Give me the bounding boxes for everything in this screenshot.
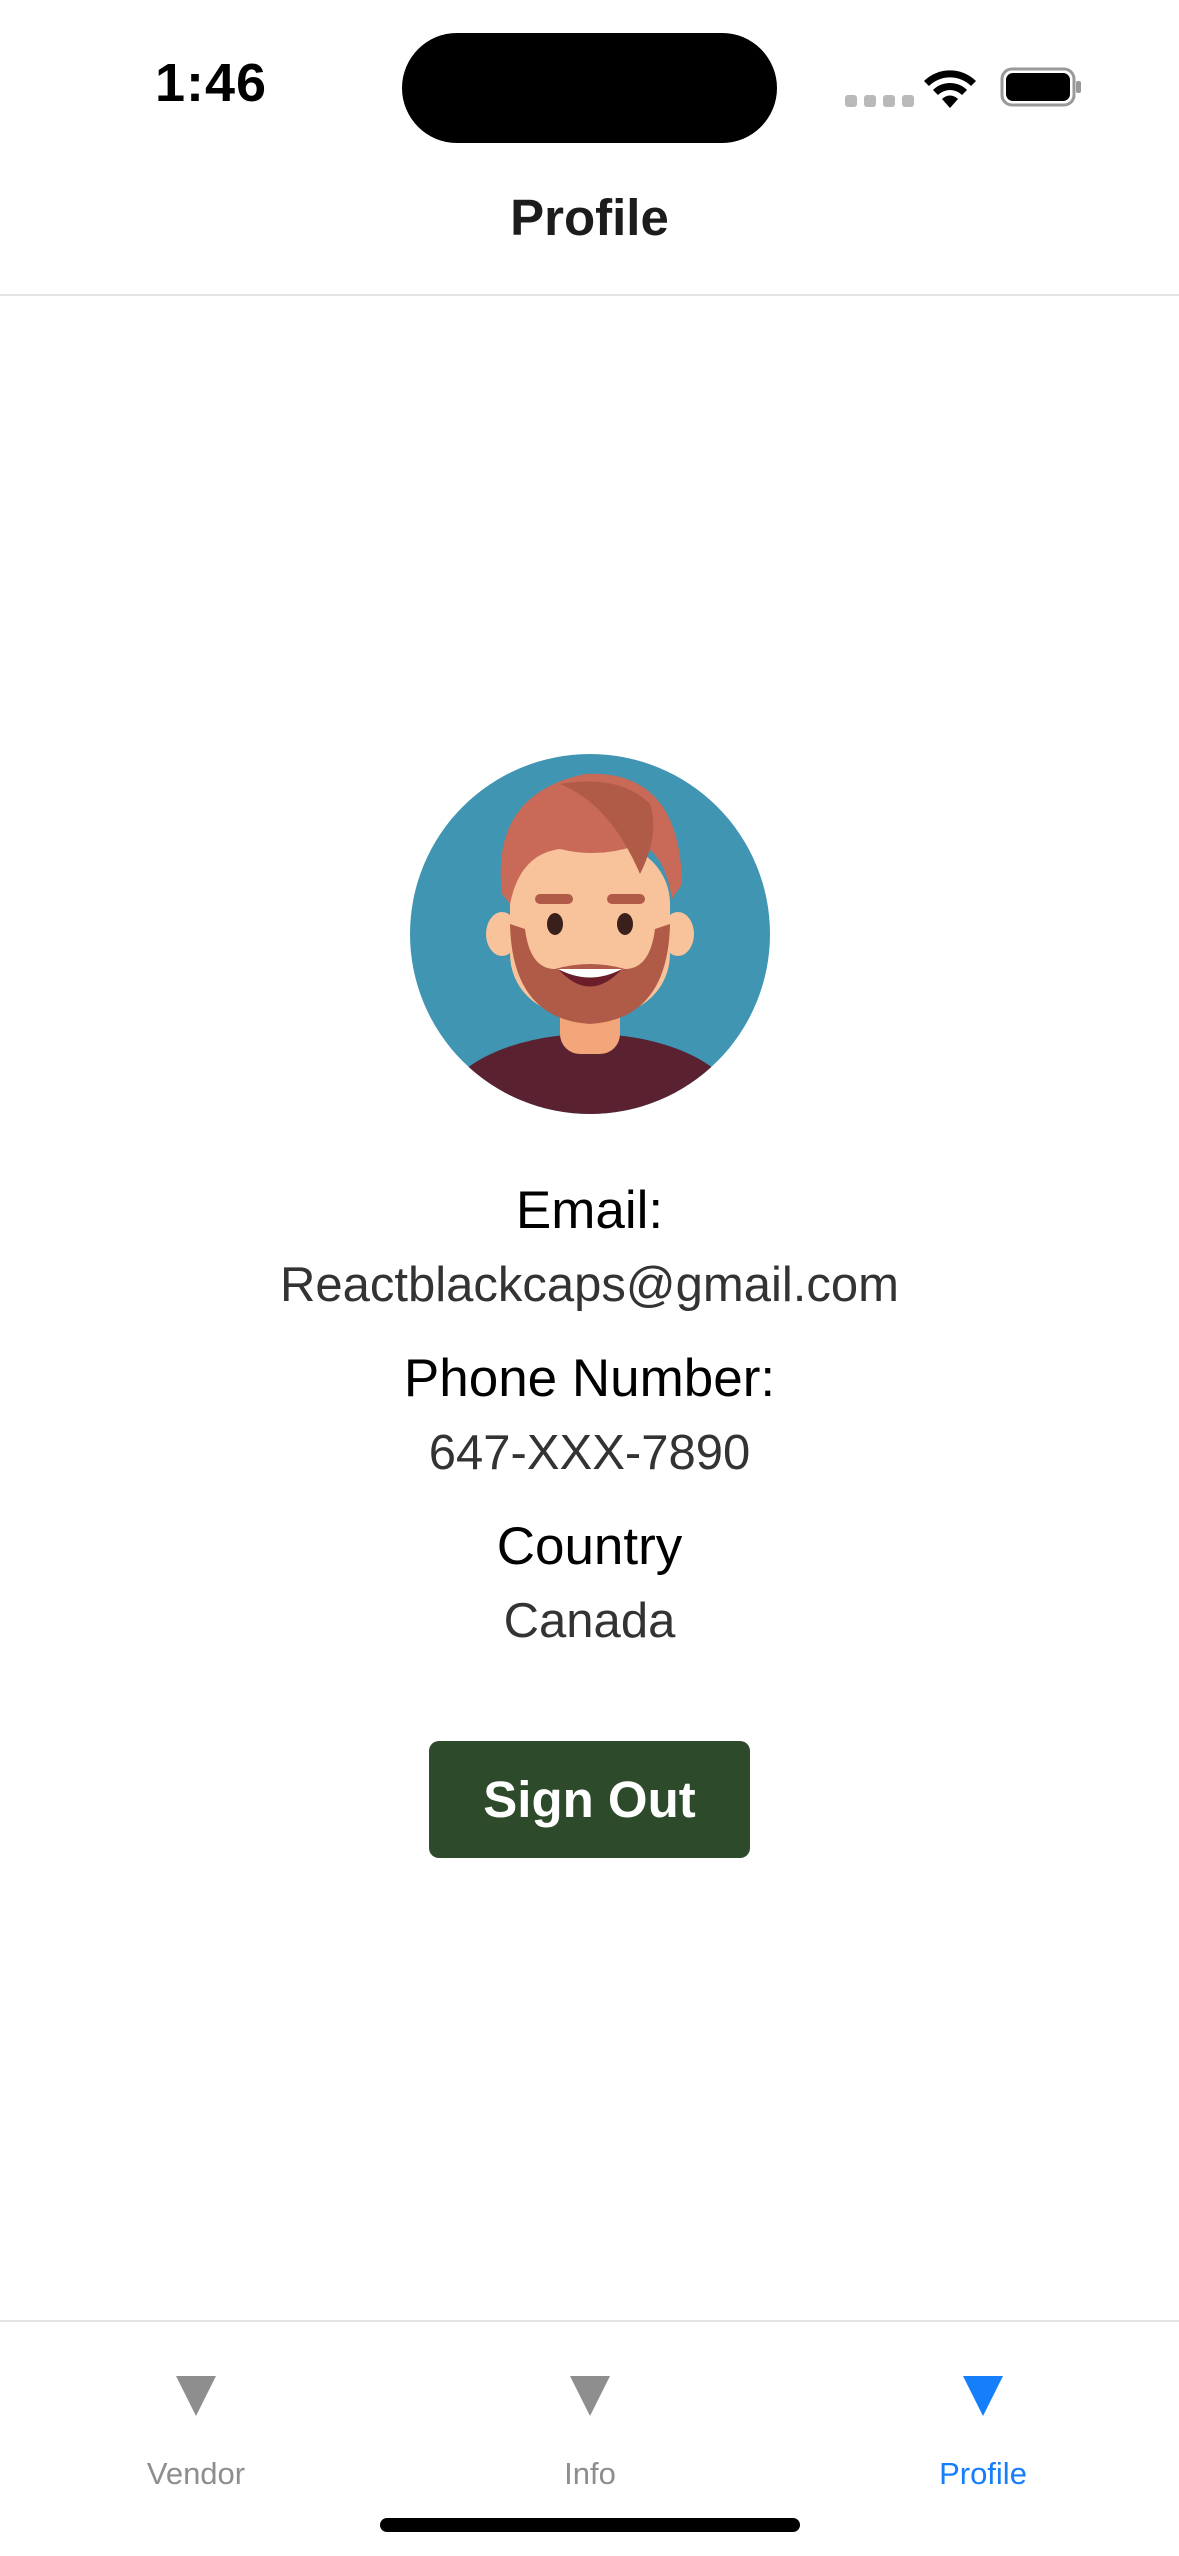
triangle-down-icon [963, 2376, 1003, 2416]
phone-label: Phone Number: [403, 1349, 776, 1408]
tab-label: Info [564, 2456, 616, 2491]
battery-icon [1000, 67, 1081, 107]
cellular-signal-icon [845, 95, 914, 107]
dynamic-island [402, 33, 777, 143]
triangle-down-icon [570, 2376, 610, 2416]
wifi-icon [924, 70, 976, 108]
tab-label: Profile [939, 2456, 1027, 2491]
phone-value: 647-XXX-7890 [428, 1426, 751, 1480]
tab-profile[interactable]: Profile [883, 2352, 1083, 2492]
navigation-header: Profile [0, 160, 1179, 296]
triangle-down-icon [176, 2376, 216, 2416]
country-label: Country [496, 1517, 683, 1576]
tab-vendor[interactable]: Vendor [96, 2352, 296, 2492]
email-label: Email: [515, 1181, 664, 1240]
tab-label: Vendor [146, 2456, 246, 2491]
profile-screen: 1:46 Profile Email: Reactblackcaps@gmail… [0, 0, 1179, 2556]
home-indicator[interactable] [380, 2518, 800, 2532]
status-time: 1:46 [155, 53, 268, 113]
avatar [410, 754, 770, 1114]
sign-out-button[interactable]: Sign Out [429, 1741, 750, 1858]
email-value: Reactblackcaps@gmail.com [280, 1258, 899, 1312]
country-value: Canada [503, 1594, 676, 1648]
page-title: Profile [510, 188, 669, 246]
tab-info[interactable]: Info [490, 2352, 690, 2492]
